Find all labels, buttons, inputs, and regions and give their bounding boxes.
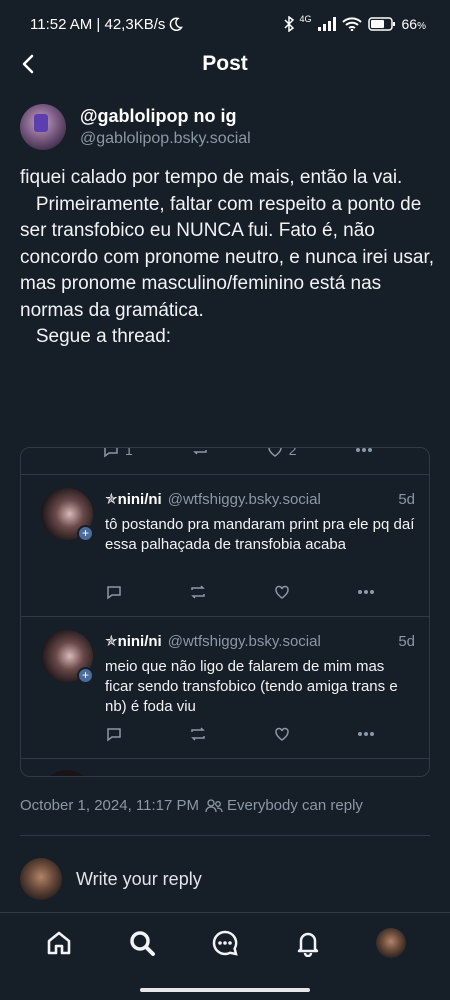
more-button[interactable] [357,725,375,743]
back-arrow-icon [22,54,34,74]
reply-avatar-partial [41,770,93,776]
author-names: @gablolipop no ig @gablolipop.bsky.socia… [80,104,251,150]
reply-setting-label: Everybody can reply [227,797,363,814]
bell-icon [297,932,319,957]
post-timestamp: October 1, 2024, 11:17 PM [20,797,199,814]
bottom-tab-bar [0,912,450,972]
reply-actions [105,583,375,601]
tab-notifications[interactable] [288,923,328,963]
reply-header: ✯nini/ni @wtfshiggy.bsky.social 5d [105,632,415,650]
reply-text: tô postando pra mandaram print pra ele p… [105,516,415,553]
heart-icon [275,585,289,599]
home-icon [48,931,71,954]
embed-more-button[interactable] [355,448,373,459]
heart-icon [268,448,282,457]
reply-author-name[interactable]: ✯nini/ni [105,490,162,508]
like-button[interactable] [273,583,291,601]
search-icon [130,930,156,956]
reply-author-handle[interactable]: @wtfshiggy.bsky.social [168,491,321,508]
embed-like-count: 2 [288,447,297,458]
repost-icon [191,727,205,741]
reply-composer[interactable]: Write your reply [20,858,202,900]
reply-text: meio que não ligo de falarem de mim mas … [105,658,398,715]
dnd-moon-icon [170,17,184,31]
follow-plus-icon[interactable]: + [77,525,94,542]
chat-icon [212,930,238,956]
embed-reply-count-item[interactable]: 1 [103,447,133,459]
status-right: 4G 66% [283,14,426,32]
battery-icon [367,17,395,31]
repost-button[interactable] [189,583,207,601]
embed-repost-item[interactable] [191,448,209,459]
post-author[interactable]: @gablolipop no ig @gablolipop.bsky.socia… [20,104,251,150]
embedded-thread[interactable]: 1 2 + ✯nini/ni @wtfshiggy.bsky.social 5d… [20,447,430,777]
post-text: fiquei calado por tempo de mais, então l… [20,167,435,347]
author-handle[interactable]: @gablolipop.bsky.social [80,128,251,150]
reply-setting[interactable]: Everybody can reply [205,797,363,814]
back-button[interactable] [14,50,42,78]
status-time: 11:52 AM | 42,3KB/s [30,15,166,33]
battery-level: 66% [401,16,426,32]
tab-search[interactable] [122,923,162,963]
embed-top-actions: 1 2 [103,447,373,459]
people-icon [205,798,223,812]
embed-reply-count: 1 [125,447,133,458]
more-icon [358,590,374,594]
network-label: 4G [299,14,312,24]
status-left: 11:52 AM | 42,3KB/s [30,15,184,33]
divider [20,835,430,836]
embed-divider [21,758,429,759]
author-avatar[interactable] [20,104,66,150]
reply-time: 5d [398,491,415,508]
more-icon [358,732,374,736]
reply-button[interactable] [105,583,123,601]
wifi-icon [341,17,362,31]
bluetooth-icon [283,16,294,32]
post-meta: October 1, 2024, 11:17 PM Everybody can … [20,797,363,814]
reply-header: ✯nini/ni @wtfshiggy.bsky.social 5d [105,490,415,508]
more-button[interactable] [357,583,375,601]
thread-reply[interactable]: + ✯nini/ni @wtfshiggy.bsky.social 5d tô … [21,475,429,615]
more-icon [355,448,372,452]
profile-avatar [375,927,406,958]
post-header: Post [0,48,450,80]
reply-icon [104,448,118,457]
repost-icon [192,450,207,455]
signal-icon [317,17,336,31]
repost-button[interactable] [189,725,207,743]
home-indicator [140,988,310,992]
reply-icon [107,586,121,600]
reply-input-placeholder[interactable]: Write your reply [76,869,202,890]
page-title: Post [202,52,248,75]
reply-time: 5d [398,633,415,650]
tab-home[interactable] [39,923,79,963]
reply-icon [107,728,121,742]
like-button[interactable] [273,725,291,743]
reply-author-name[interactable]: ✯nini/ni [105,632,162,650]
repost-icon [191,585,205,599]
author-display-name[interactable]: @gablolipop no ig [80,104,251,128]
heart-icon [275,727,289,741]
user-avatar [20,858,62,900]
embed-like-count-item[interactable]: 2 [267,447,297,459]
reply-actions [105,725,375,743]
tab-chat[interactable] [205,923,245,963]
thread-reply[interactable]: + ✯nini/ni @wtfshiggy.bsky.social 5d mei… [21,617,429,757]
follow-plus-icon[interactable]: + [77,667,94,684]
status-bar: 11:52 AM | 42,3KB/s 4G 66% [0,0,450,48]
reply-button[interactable] [105,725,123,743]
reply-author-handle[interactable]: @wtfshiggy.bsky.social [168,633,321,650]
tab-profile[interactable] [371,923,411,963]
